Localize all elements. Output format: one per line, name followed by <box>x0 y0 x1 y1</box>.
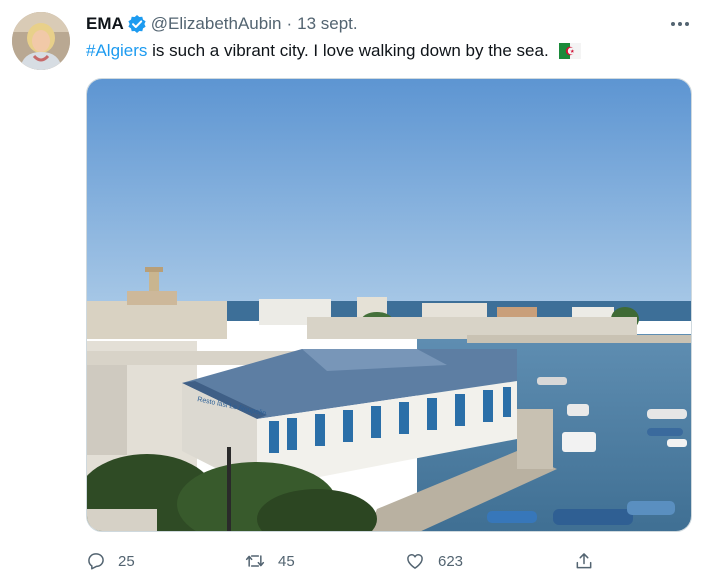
like-count: 623 <box>438 552 464 570</box>
reply-icon <box>88 553 104 570</box>
retweet-count: 45 <box>278 552 295 570</box>
share-button[interactable] <box>574 545 606 577</box>
header-separator: · <box>286 14 293 33</box>
tweet-photo[interactable]: Resto lasi Le Roupelin <box>86 78 692 532</box>
author-handle[interactable]: @ElizabethAubin <box>151 14 282 34</box>
verified-badge-icon <box>127 14 147 34</box>
tweet-header: EMA @ElizabethAubin · 13 sept. <box>86 12 358 36</box>
avatar[interactable] <box>12 12 70 70</box>
author-name[interactable]: EMA <box>86 14 124 34</box>
algeria-flag-icon <box>559 43 582 65</box>
avatar-photo <box>12 12 70 70</box>
more-icon[interactable] <box>665 12 695 36</box>
like-icon <box>407 554 423 569</box>
tweet-body: is such a vibrant city. I love walking d… <box>147 41 549 60</box>
retweet-button[interactable]: 45 <box>244 545 295 577</box>
tweet-text: #Algiers is such a vibrant city. I love … <box>86 40 582 65</box>
share-icon <box>576 553 592 569</box>
tweet-timestamp[interactable]: 13 sept. <box>297 14 358 34</box>
reply-button[interactable]: 25 <box>86 545 135 577</box>
retweet-icon <box>245 555 265 567</box>
tweet-actions: 25 45 623 <box>86 545 606 577</box>
tweet: EMA @ElizabethAubin · 13 sept. #Algiers … <box>0 0 707 579</box>
like-button[interactable]: 623 <box>404 545 463 577</box>
hashtag-link[interactable]: #Algiers <box>86 41 147 60</box>
reply-count: 25 <box>118 552 135 570</box>
